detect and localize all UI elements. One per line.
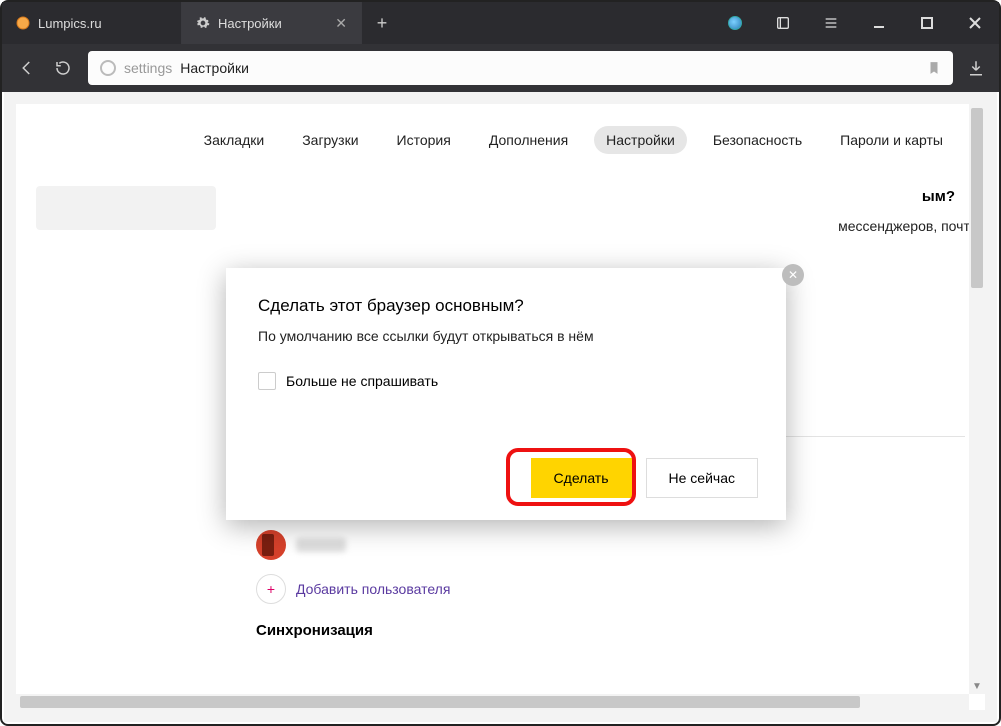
section-title: Синхронизация [256,622,965,639]
favicon-orange-icon [16,16,30,30]
button-label: Не сейчас [669,470,735,486]
scroll-thumb[interactable] [20,696,860,708]
reader-icon[interactable] [759,2,807,44]
add-user-row[interactable]: + Добавить пользователя [256,574,965,604]
nav-downloads[interactable]: Загрузки [290,126,370,154]
tab-title: Lumpics.ru [38,16,102,31]
partial-heading: ым? [922,188,955,205]
checkbox[interactable] [258,372,276,390]
tab-settings[interactable]: Настройки ✕ [182,2,362,44]
viewport: Закладки Загрузки История Дополнения Нас… [4,92,997,722]
horizontal-scrollbar[interactable] [16,694,969,710]
dialog-subtitle: По умолчанию все ссылки будут открыватьс… [258,328,754,344]
nav-passwords[interactable]: Пароли и карты [828,126,955,154]
nav-settings[interactable]: Настройки [594,126,687,154]
menu-icon[interactable] [807,2,855,44]
dialog-title: Сделать этот браузер основным? [258,296,754,316]
site-identity-icon [100,60,116,76]
tab-lumpics[interactable]: Lumpics.ru [2,2,182,44]
tab-title: Настройки [218,16,282,31]
reload-button[interactable] [52,57,74,79]
close-button[interactable] [951,2,999,44]
scroll-down-icon[interactable]: ▼ [969,678,985,694]
downloads-icon[interactable] [967,59,985,77]
button-label: Сделать [554,470,609,486]
nav-addons[interactable]: Дополнения [477,126,580,154]
window-controls [711,2,999,44]
address-prefix: settings [124,60,172,76]
default-browser-dialog: Сделать этот браузер основным? По умолча… [226,268,786,520]
not-now-button[interactable]: Не сейчас [646,458,758,498]
bookmark-icon[interactable] [927,60,941,76]
username-blur [296,538,346,552]
nav-history[interactable]: История [385,126,463,154]
gear-icon [196,16,210,30]
avatar-icon [256,530,286,560]
section-sync: Синхронизация [256,622,965,639]
new-tab-button[interactable]: + [362,2,402,44]
extension-icon[interactable] [711,2,759,44]
settings-nav: Закладки Загрузки История Дополнения Нас… [16,104,985,168]
nav-security[interactable]: Безопасность [701,126,814,154]
partial-text: мессенджеров, почтовы [838,218,985,234]
minimize-button[interactable] [855,2,903,44]
checkbox-label: Больше не спрашивать [286,373,438,389]
tab-close-icon[interactable]: ✕ [335,15,347,32]
user-row [256,530,965,560]
address-text: Настройки [180,60,249,76]
close-icon[interactable] [782,264,804,286]
nav-row: settings Настройки [2,44,999,92]
back-button[interactable] [16,57,38,79]
nav-bookmarks[interactable]: Закладки [192,126,277,154]
vertical-scrollbar[interactable]: ▲ ▼ [969,104,985,694]
plus-icon: + [256,574,286,604]
dont-ask-row[interactable]: Больше не спрашивать [258,372,754,390]
title-bar: Lumpics.ru Настройки ✕ + [2,2,999,44]
sidebar-item[interactable] [36,186,216,230]
scroll-thumb[interactable] [971,108,983,288]
make-default-button[interactable]: Сделать [531,458,632,498]
settings-sidebar [16,176,226,710]
add-user-link[interactable]: Добавить пользователя [296,581,450,597]
address-bar[interactable]: settings Настройки [88,51,953,85]
maximize-button[interactable] [903,2,951,44]
